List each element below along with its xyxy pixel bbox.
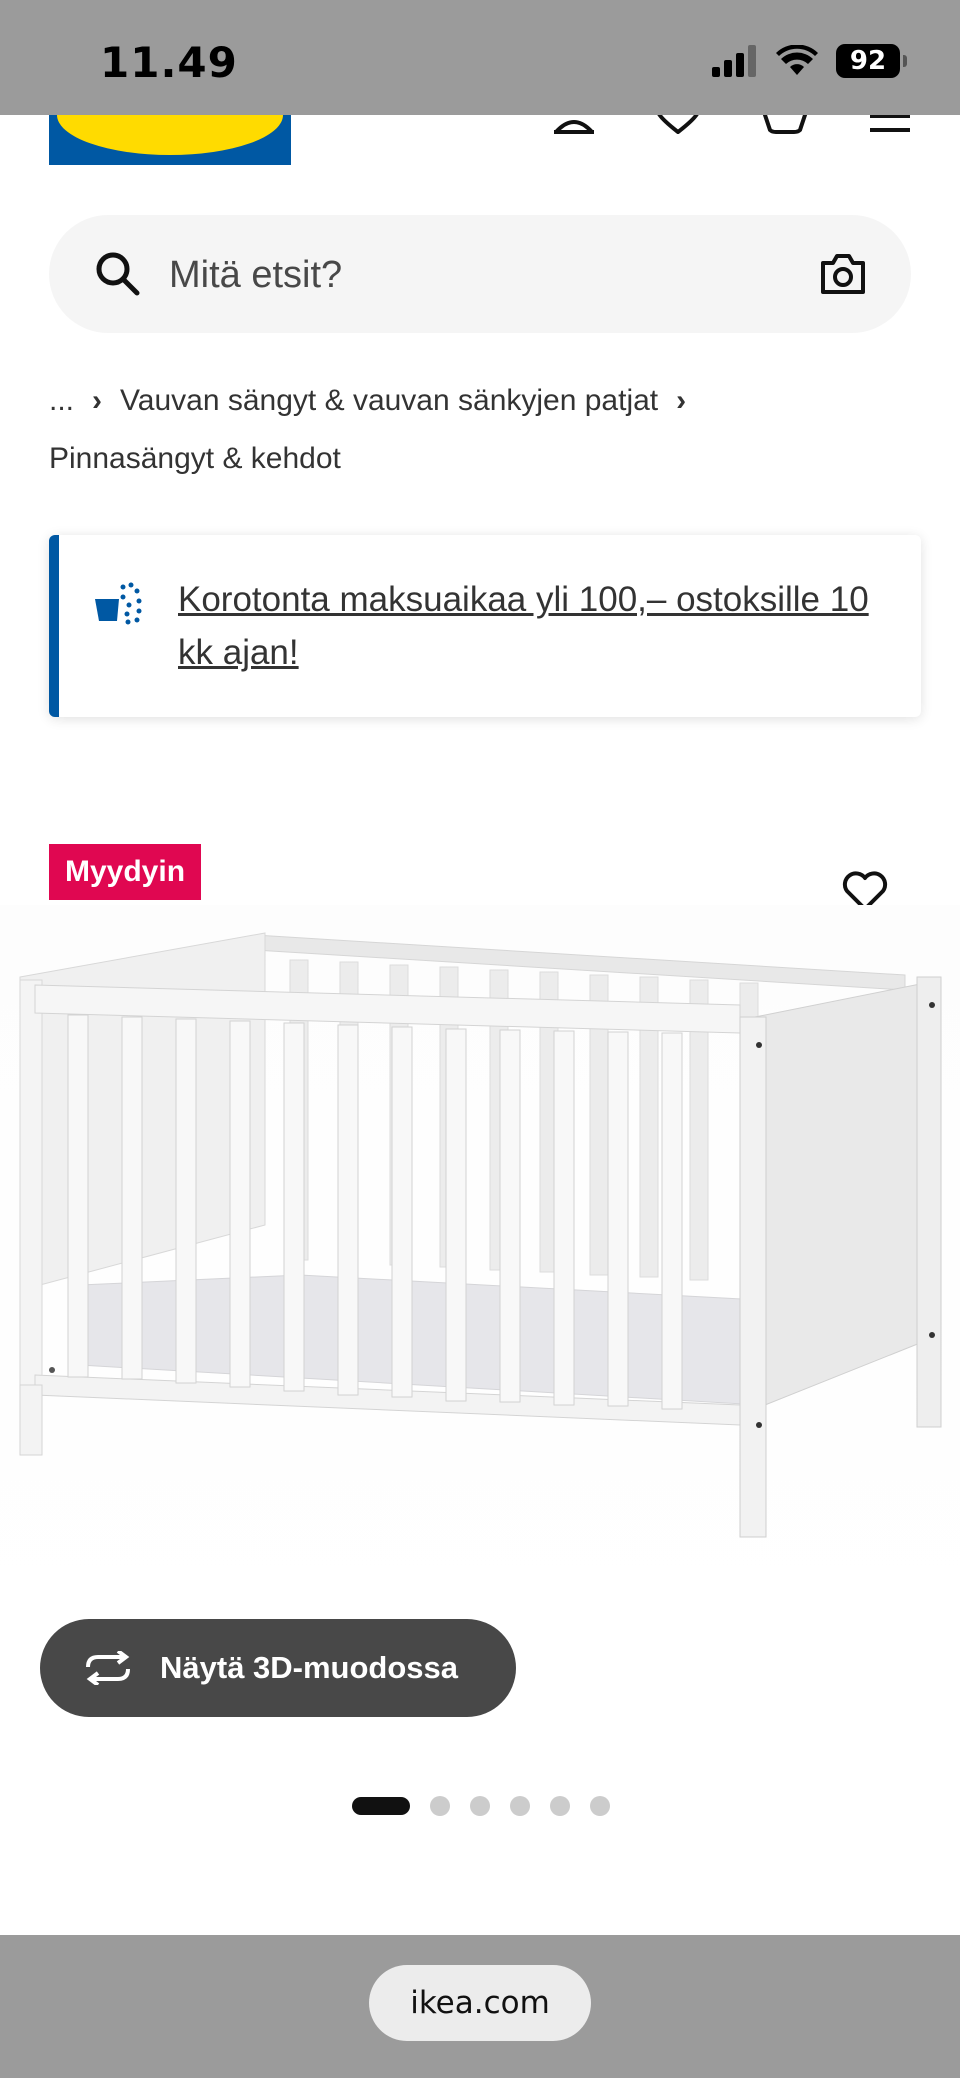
camera-icon[interactable]: [819, 253, 867, 295]
rotate-3d-icon: [86, 1651, 130, 1685]
promo-banner: Korotonta maksuaikaa yli 100,– ostoksill…: [49, 535, 921, 717]
breadcrumb-item-baby-beds[interactable]: Vauvan sängyt & vauvan sänkyjen patjat: [120, 384, 658, 417]
search-icon[interactable]: [95, 251, 141, 297]
gallery-dot-5[interactable]: [550, 1796, 570, 1816]
site-header: [0, 111, 960, 175]
gallery-dot-2[interactable]: [430, 1796, 450, 1816]
chevron-right-icon: ›: [92, 384, 103, 417]
view-3d-label: Näytä 3D-muodossa: [160, 1650, 459, 1685]
gallery-pagination: [352, 1796, 610, 1816]
gallery-dot-1[interactable]: [352, 1797, 410, 1815]
gallery-dot-4[interactable]: [510, 1796, 530, 1816]
battery-indicator: 92: [836, 44, 907, 78]
wifi-icon: [776, 45, 818, 75]
status-time: 11.49: [100, 38, 238, 87]
bestseller-badge: Myydyin: [49, 844, 202, 900]
url-bar[interactable]: ikea.com: [369, 1965, 591, 2041]
promo-link[interactable]: Korotonta maksuaikaa yli 100,– ostoksill…: [178, 573, 898, 679]
product-image[interactable]: [0, 905, 960, 1665]
ikea-logo[interactable]: [49, 115, 291, 165]
breadcrumb: ... › Vauvan sängyt & vauvan sänkyjen patj…: [49, 372, 929, 488]
browser-bottom-bar: ikea.com: [0, 1935, 960, 2078]
breadcrumb-item-cribs[interactable]: Pinnasängyt & kehdot: [49, 442, 341, 475]
signal-icon: [712, 45, 756, 77]
status-bar: 11.49 92: [0, 0, 960, 115]
search-bar[interactable]: [49, 215, 911, 335]
shopping-bag-icon: [95, 582, 142, 625]
gallery-dot-6[interactable]: [590, 1796, 610, 1816]
status-icons: 92: [712, 44, 907, 78]
breadcrumb-ellipsis[interactable]: ...: [49, 384, 74, 417]
chevron-right-icon: ›: [676, 384, 687, 417]
search-input[interactable]: [167, 215, 771, 335]
gallery-dot-3[interactable]: [470, 1796, 490, 1816]
view-3d-button[interactable]: Näytä 3D-muodossa: [40, 1619, 516, 1717]
